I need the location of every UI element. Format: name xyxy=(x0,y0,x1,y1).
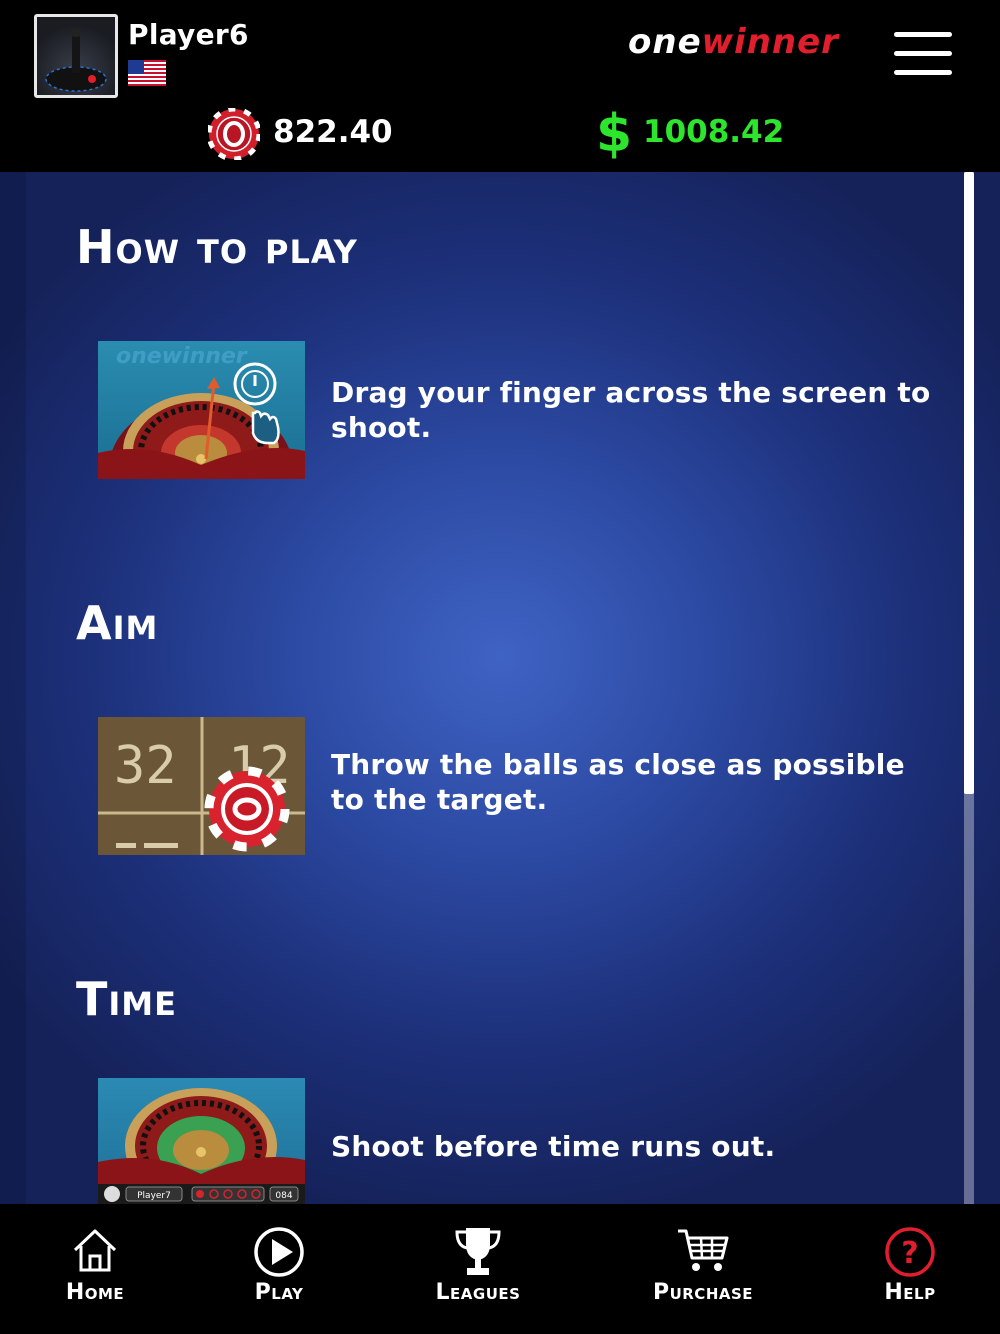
brand-logo: onewinner xyxy=(628,22,839,62)
bottom-nav: Home Play Leagues Purchase ? Help xyxy=(0,1204,1000,1334)
menu-bar xyxy=(894,32,952,37)
home-icon xyxy=(73,1229,117,1272)
nav-purchase-label: Purchase xyxy=(652,1280,754,1305)
roulette-timer-illustration: Player7 084 xyxy=(98,1088,305,1204)
chip-icon xyxy=(208,108,260,160)
aim-description: Throw the balls as close as possible to … xyxy=(331,748,905,816)
section-title-time: Time xyxy=(76,972,177,1026)
nav-help-label: Help xyxy=(884,1280,936,1305)
how-to-play-description: Drag your finger across the screen to sh… xyxy=(331,376,931,444)
top-bar: Player6 onewinner 822.40 $ 1008.42 xyxy=(0,0,1000,172)
menu-bar xyxy=(894,70,952,75)
time-thumbnail: Player7 084 xyxy=(98,1078,305,1204)
time-description: Shoot before time runs out. xyxy=(331,1130,776,1163)
cash-balance: 1008.42 xyxy=(643,114,785,150)
roulette-drag-illustration: onewinner xyxy=(98,344,305,479)
aim-thumbnail: 32 12 xyxy=(98,717,305,855)
thumb-player-name: Player7 xyxy=(137,1191,171,1201)
nav-help[interactable]: ? Help xyxy=(860,1204,960,1334)
chip-balance: 822.40 xyxy=(273,114,393,150)
menu-icon[interactable] xyxy=(894,32,952,78)
play-icon xyxy=(254,1227,304,1277)
nav-home[interactable]: Home xyxy=(40,1204,150,1334)
help-content[interactable]: How to play onewinner Drag your finger a… xyxy=(0,172,1000,1204)
nav-leagues-label: Leagues xyxy=(435,1280,521,1305)
nav-purchase[interactable]: Purchase xyxy=(638,1204,768,1334)
menu-bar xyxy=(894,51,952,56)
nav-play-label: Play xyxy=(254,1280,304,1305)
nav-leagues[interactable]: Leagues xyxy=(418,1204,538,1334)
logo-winner: winner xyxy=(701,22,839,62)
help-icon: ? xyxy=(885,1227,935,1277)
nav-play[interactable]: Play xyxy=(224,1204,334,1334)
nav-home-label: Home xyxy=(65,1280,125,1305)
scrollbar-thumb[interactable] xyxy=(964,172,974,794)
joystick-icon xyxy=(45,29,107,92)
trophy-icon xyxy=(455,1228,501,1275)
section-title-how-to-play: How to play xyxy=(76,220,358,274)
cart-icon xyxy=(678,1229,729,1271)
how-to-play-thumbnail: onewinner xyxy=(98,341,305,479)
roulette-table-illustration: 32 12 xyxy=(98,717,305,855)
section-title-aim: Aim xyxy=(76,596,159,650)
us-flag-icon xyxy=(128,60,166,86)
player-name: Player6 xyxy=(128,18,249,51)
dollar-icon: $ xyxy=(596,104,633,164)
svg-text:?: ? xyxy=(901,1236,918,1271)
thumb-timer: 084 xyxy=(275,1191,292,1201)
table-number-32: 32 xyxy=(114,736,177,796)
avatar[interactable] xyxy=(34,14,118,98)
logo-one: one xyxy=(628,22,702,62)
watermark-text: onewinner xyxy=(116,344,248,369)
